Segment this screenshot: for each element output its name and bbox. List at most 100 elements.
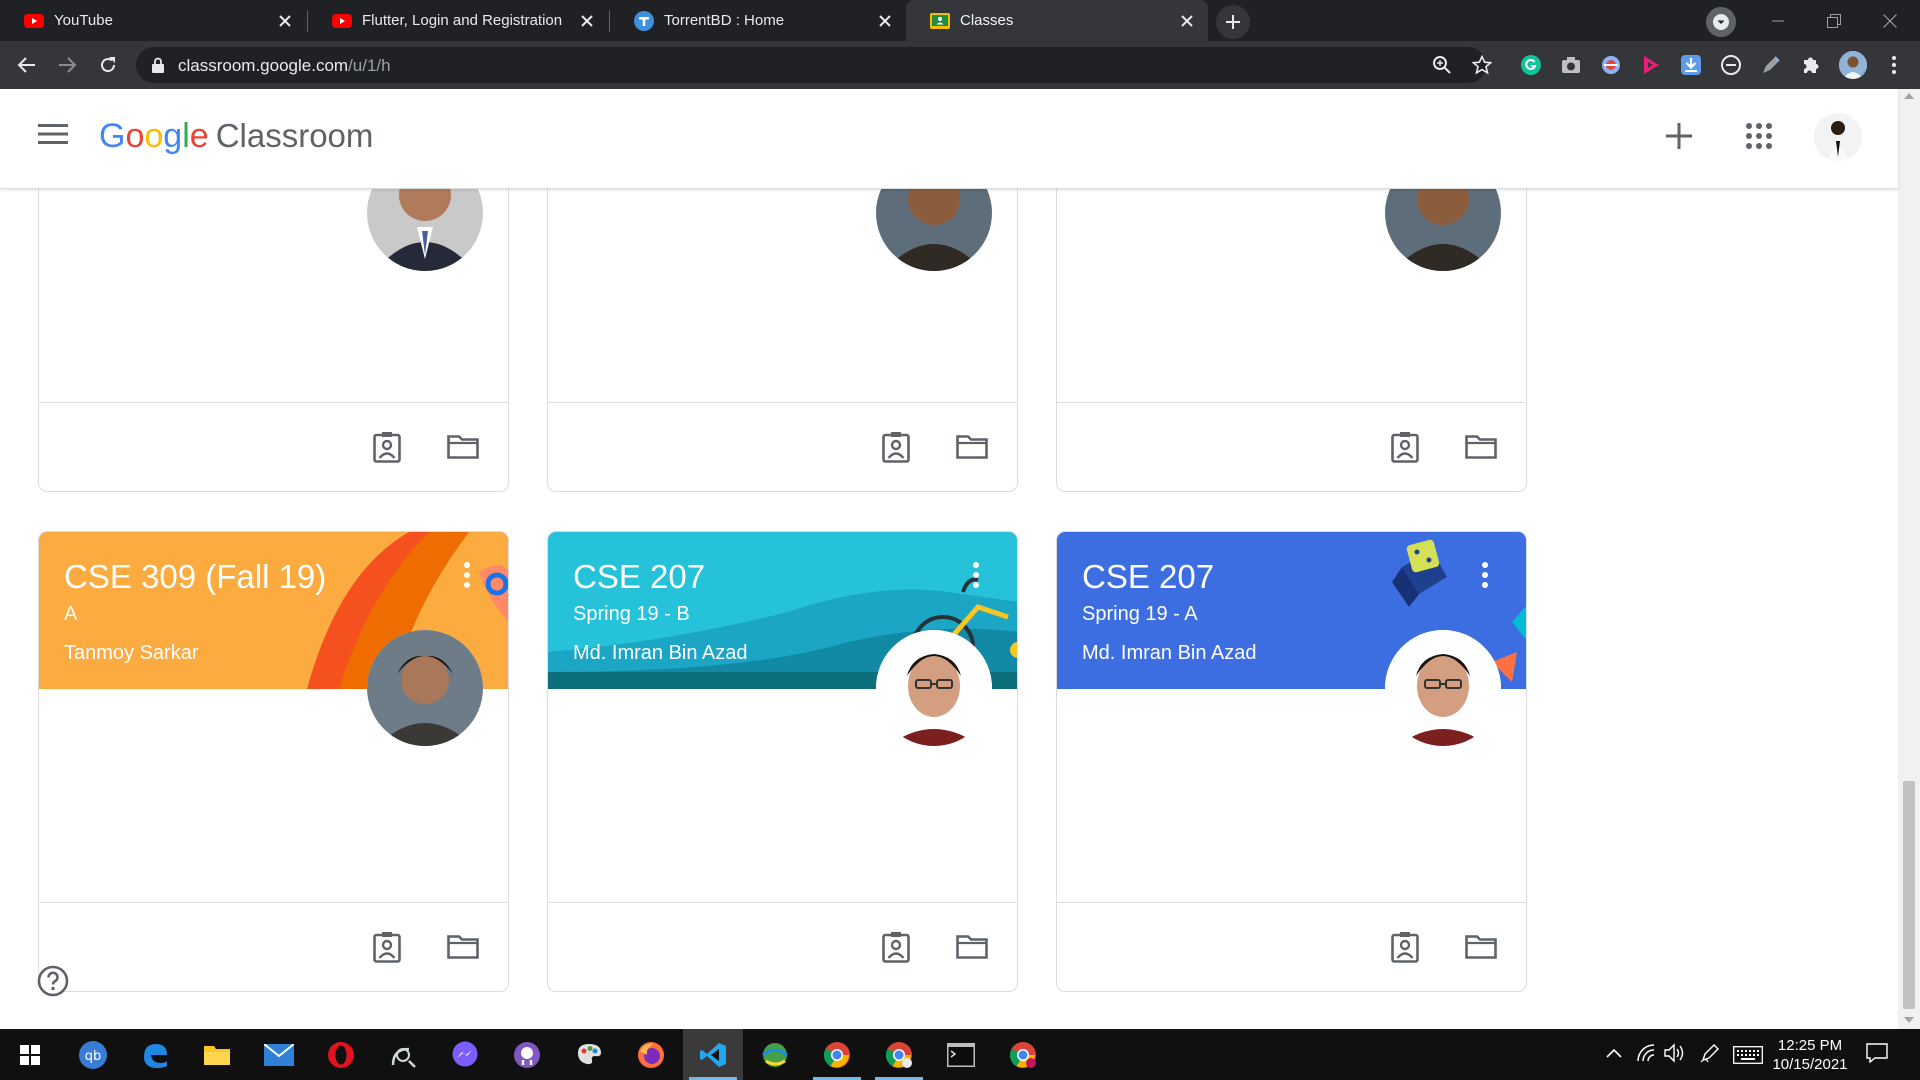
class-title[interactable]: CSE 207 <box>573 558 705 596</box>
chrome-menu-button[interactable] <box>1882 53 1906 77</box>
tab-torrentbd[interactable]: TorrentBD : Home <box>610 0 906 41</box>
taskbar-app-file-explorer[interactable] <box>187 1029 247 1080</box>
assignment-ind-icon[interactable] <box>1391 931 1419 963</box>
close-tab-icon[interactable] <box>874 10 896 32</box>
extensions-puzzle-icon[interactable] <box>1800 54 1822 76</box>
qbittorrent-icon: qb <box>79 1040 107 1069</box>
restore-button[interactable] <box>1806 0 1862 41</box>
close-icon <box>1883 13 1897 28</box>
volume-icon[interactable] <box>1664 1043 1686 1063</box>
folder-icon[interactable] <box>956 435 988 459</box>
taskbar-app-chrome-ok[interactable] <box>993 1029 1053 1080</box>
main-menu-icon[interactable] <box>38 123 68 145</box>
folder-icon[interactable] <box>1465 435 1497 459</box>
google-classroom-logo[interactable]: Google Classroom <box>99 117 373 156</box>
tab-title: Classes <box>960 12 1014 29</box>
taskbar-app-browser-globe[interactable] <box>745 1029 805 1080</box>
taskbar-app-terminal[interactable] <box>931 1029 991 1080</box>
add-class-icon[interactable] <box>1664 121 1694 151</box>
forward-button[interactable] <box>55 53 79 77</box>
firefox-icon <box>638 1041 664 1068</box>
pen-extension-icon[interactable] <box>1760 54 1782 76</box>
assignment-ind-icon[interactable] <box>882 931 910 963</box>
class-card-cse207-b[interactable]: CSE 207 Spring 19 - B Md. Imran Bin Azad <box>547 531 1018 992</box>
taskbar-app-chrome-profile[interactable] <box>869 1029 929 1080</box>
taskbar-app-vscode[interactable] <box>683 1029 743 1080</box>
more-vert-icon <box>1892 56 1896 74</box>
download-extension-icon[interactable] <box>1680 54 1702 76</box>
scroll-up-arrow-icon[interactable] <box>1904 93 1914 99</box>
torrentbd-icon <box>634 10 654 31</box>
class-title[interactable]: CSE 309 (Fall 19) <box>64 558 326 596</box>
teacher-photo <box>367 189 483 271</box>
card-footer <box>39 902 508 991</box>
scrollbar-thumb[interactable] <box>1903 781 1915 1009</box>
class-card-cse309[interactable]: CSE 309 (Fall 19) A Tanmoy Sarkar <box>38 531 509 992</box>
class-card[interactable] <box>1056 189 1527 492</box>
start-button[interactable] <box>0 1029 60 1080</box>
tab-search-button[interactable] <box>1706 7 1736 37</box>
zoom-icon[interactable] <box>1432 55 1452 75</box>
taskbar-app-satellite[interactable] <box>373 1029 433 1080</box>
close-tab-icon[interactable] <box>576 10 598 32</box>
taskbar-app-opera[interactable] <box>311 1029 371 1080</box>
system-clock[interactable]: 12:25 PM 10/15/2021 <box>1760 1036 1860 1074</box>
google-apps-icon[interactable] <box>1746 123 1772 149</box>
camera-icon[interactable] <box>1560 54 1582 76</box>
close-tab-icon[interactable] <box>274 10 296 32</box>
class-card-cse207-a[interactable]: CSE 207 Spring 19 - A Md. Imran Bin Azad <box>1056 531 1527 992</box>
bookmark-star-icon[interactable] <box>1472 55 1492 75</box>
close-tab-icon[interactable] <box>1176 10 1198 32</box>
close-window-button[interactable] <box>1862 0 1918 41</box>
help-icon[interactable] <box>37 965 69 997</box>
assignment-ind-icon[interactable] <box>1391 431 1419 463</box>
back-button[interactable] <box>15 53 39 77</box>
class-section: Spring 19 - B <box>573 603 690 625</box>
tab-flutter[interactable]: Flutter, Login and Registration us <box>308 0 608 41</box>
teacher-photo <box>876 189 992 271</box>
clock-date: 10/15/2021 <box>1772 1056 1848 1073</box>
tab-classes[interactable]: Classes <box>906 0 1208 41</box>
play-extension-icon[interactable] <box>1640 54 1662 76</box>
taskbar-app-chrome[interactable] <box>807 1029 867 1080</box>
address-bar[interactable]: classroom.google.com/u/1/h <box>136 47 1492 83</box>
scroll-down-arrow-icon[interactable] <box>1904 1017 1914 1023</box>
taskbar-app-mail[interactable] <box>249 1029 309 1080</box>
class-card[interactable] <box>38 189 509 492</box>
class-title[interactable]: CSE 207 <box>1082 558 1214 596</box>
taskbar-app-firefox[interactable] <box>621 1029 681 1080</box>
assignment-ind-icon[interactable] <box>373 431 401 463</box>
grammarly-icon[interactable] <box>1520 54 1542 76</box>
show-hidden-icons-chevron-up-icon[interactable] <box>1606 1048 1622 1058</box>
pen-workspace-icon[interactable] <box>1700 1043 1720 1063</box>
reload-button[interactable] <box>96 53 120 77</box>
teacher-photo <box>1385 630 1501 746</box>
wifi-icon[interactable] <box>1636 1043 1656 1063</box>
taskbar-app-qbittorrent[interactable]: qb <box>63 1029 123 1080</box>
more-vert-icon[interactable] <box>464 562 470 588</box>
new-tab-button[interactable] <box>1216 5 1250 39</box>
sync-extension-icon[interactable] <box>1720 54 1742 76</box>
account-avatar[interactable] <box>1814 113 1862 161</box>
taskbar-app-github[interactable] <box>497 1029 557 1080</box>
assignment-ind-icon[interactable] <box>882 431 910 463</box>
more-vert-icon[interactable] <box>973 562 979 588</box>
vpn-extension-icon[interactable] <box>1600 54 1622 76</box>
taskbar-app-paint[interactable] <box>559 1029 619 1080</box>
folder-icon[interactable] <box>447 435 479 459</box>
folder-icon[interactable] <box>956 935 988 959</box>
tab-youtube[interactable]: YouTube <box>0 0 306 41</box>
browser-toolbar: classroom.google.com/u/1/h <box>0 41 1920 89</box>
minimize-button[interactable] <box>1750 0 1806 41</box>
touch-keyboard-icon[interactable] <box>1733 1046 1763 1064</box>
more-vert-icon[interactable] <box>1482 562 1488 588</box>
taskbar-app-messenger[interactable] <box>435 1029 495 1080</box>
class-card[interactable] <box>547 189 1018 492</box>
profile-avatar[interactable] <box>1839 51 1867 79</box>
folder-icon[interactable] <box>447 935 479 959</box>
assignment-ind-icon[interactable] <box>373 931 401 963</box>
taskbar-app-edge[interactable] <box>125 1029 185 1080</box>
vertical-scrollbar[interactable] <box>1898 89 1920 1029</box>
folder-icon[interactable] <box>1465 935 1497 959</box>
action-center-icon[interactable] <box>1866 1043 1888 1063</box>
